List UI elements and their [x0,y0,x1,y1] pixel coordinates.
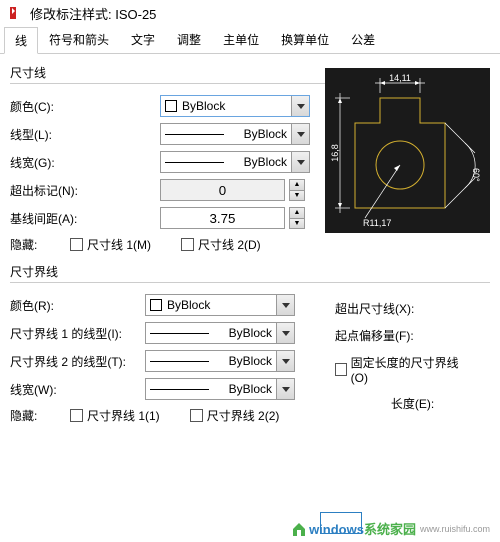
house-icon [291,521,307,537]
dimline-lineweight-select[interactable]: ByBlock [160,151,310,173]
extline-group-label: 尺寸界线 [10,263,490,280]
color-swatch-icon [150,299,162,311]
preview-dim-left: 16,8 [330,144,340,162]
color-swatch-icon [165,100,177,112]
extline-color-select[interactable]: ByBlock [145,294,295,316]
extline-color-label: 颜色(R): [10,297,145,314]
window-title: 修改标注样式: ISO-25 [30,4,156,23]
line-sample-icon [150,361,209,362]
dimline-baseline-input[interactable] [160,207,285,229]
checkbox-icon [70,409,83,422]
dimline-extend-label: 超出标记(N): [10,182,160,199]
dimline-extend-spinner[interactable]: ▲ ▼ [289,179,305,201]
chevron-down-icon [276,323,294,343]
preview-dim-radius: R11,17 [363,218,391,228]
dimline-color-value: ByBlock [182,99,225,113]
checkbox-icon [190,409,203,422]
line-sample-icon [165,162,224,163]
dimline-color-label: 颜色(C): [10,98,160,115]
dimline-lineweight-label: 线宽(G): [10,154,160,171]
extline-hide-1-checkbox[interactable]: 尺寸界线 1(1) [70,407,160,424]
extline-lw-label: 线宽(W): [10,381,145,398]
tab-alt-units[interactable]: 换算单位 [270,26,340,53]
chevron-down-icon [291,96,309,116]
extline-lt1-select[interactable]: ByBlock [145,322,295,344]
chevron-down-icon [291,124,309,144]
dimline-hide-2-checkbox[interactable]: 尺寸线 2(D) [181,236,261,253]
dimline-baseline-label: 基线间距(A): [10,210,160,227]
line-sample-icon [150,389,209,390]
titlebar: 修改标注样式: ISO-25 [0,0,500,26]
dimline-baseline-spinner[interactable]: ▲ ▼ [289,207,305,229]
extline-lt1-label: 尺寸界线 1 的线型(I): [10,325,145,342]
line-sample-icon [150,333,209,334]
dimline-lineweight-value: ByBlock [244,155,287,169]
checkbox-icon [181,238,194,251]
spinner-up-icon[interactable]: ▲ [290,208,304,219]
tab-fit[interactable]: 调整 [166,26,212,53]
extline-fixed-checkbox[interactable]: 固定长度的尺寸界线(O) [335,354,460,385]
preview-dim-top: 14,11 [389,73,411,83]
extline-length-label: 长度(E): [335,395,490,412]
tab-arrows[interactable]: 符号和箭头 [38,26,120,53]
dimline-extend-input[interactable] [160,179,285,201]
extline-color-value: ByBlock [167,298,210,312]
tab-primary-units[interactable]: 主单位 [212,26,270,53]
chevron-down-icon [276,379,294,399]
tab-lines[interactable]: 线 [4,27,38,54]
dimline-linetype-value: ByBlock [244,127,287,141]
checkbox-icon [70,238,83,251]
checkbox-icon [335,363,347,376]
dimline-linetype-label: 线型(L): [10,126,160,143]
spinner-up-icon[interactable]: ▲ [290,180,304,191]
preview-panel: 14,11 16,8 R11,17 60° [325,68,490,233]
dimline-color-select[interactable]: ByBlock [160,95,310,117]
tab-tolerance[interactable]: 公差 [340,26,386,53]
app-icon [8,5,24,21]
extline-hide-2-checkbox[interactable]: 尺寸界线 2(2) [190,407,280,424]
footer-logo: windows系统家园 www.ruishifu.com [291,519,490,538]
tabs: 线 符号和箭头 文字 调整 主单位 换算单位 公差 [0,26,500,54]
extline-hide-label: 隐藏: [10,407,70,424]
preview-dim-angle: 60° [471,168,481,182]
dimline-hide-label: 隐藏: [10,236,70,253]
extline-right-column: 超出尺寸线(X): 起点偏移量(F): 固定长度的尺寸界线(O) 长度(E): [335,290,490,422]
extline-lt2-label: 尺寸界线 2 的线型(T): [10,353,145,370]
extline-lw-select[interactable]: ByBlock [145,378,295,400]
chevron-down-icon [291,152,309,172]
line-sample-icon [165,134,224,135]
extline-offset-label: 起点偏移量(F): [335,327,490,344]
dimline-hide-1-checkbox[interactable]: 尺寸线 1(M) [70,236,151,253]
dimline-linetype-select[interactable]: ByBlock [160,123,310,145]
tab-text[interactable]: 文字 [120,26,166,53]
extline-beyond-label: 超出尺寸线(X): [335,300,490,317]
spinner-down-icon[interactable]: ▼ [290,219,304,229]
chevron-down-icon [276,295,294,315]
extline-lt2-select[interactable]: ByBlock [145,350,295,372]
chevron-down-icon [276,351,294,371]
spinner-down-icon[interactable]: ▼ [290,191,304,201]
